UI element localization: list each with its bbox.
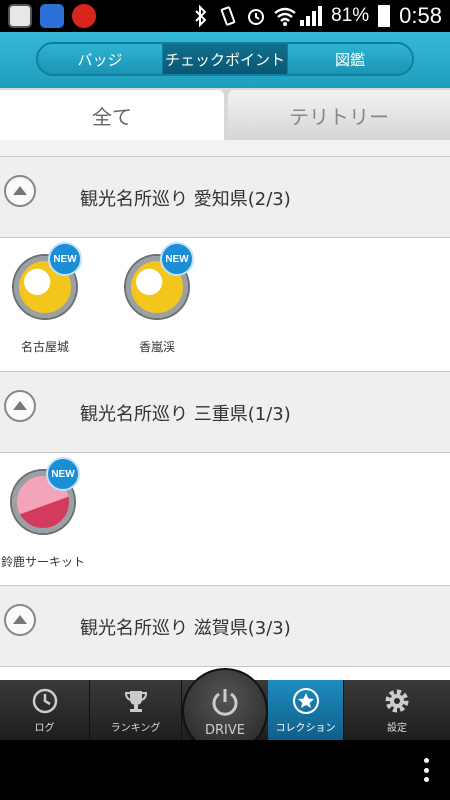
badge-label: 香嵐渓 xyxy=(138,340,175,354)
segment-control: バッジ チェックポイント 図鑑 xyxy=(36,42,414,76)
clock-icon xyxy=(31,687,59,715)
segment-checkpoint[interactable]: チェックポイント xyxy=(163,44,288,74)
gear-icon xyxy=(383,687,411,715)
battery-icon xyxy=(378,5,391,27)
section-header-mie[interactable]: 観光名所巡り 三重県(1/3) xyxy=(0,371,450,453)
notification-app-icon xyxy=(40,4,64,28)
badge-label: 名古屋城 xyxy=(20,340,69,354)
drive-label: DRIVE xyxy=(205,722,245,738)
collapse-icon[interactable] xyxy=(4,604,36,636)
top-header: バッジ チェックポイント 図鑑 xyxy=(0,32,450,88)
segment-badge[interactable]: バッジ xyxy=(38,44,163,74)
collapse-icon[interactable] xyxy=(4,175,36,207)
collapse-icon[interactable] xyxy=(4,390,36,422)
nav-log-label: ログ xyxy=(34,723,55,734)
badge-grid: NEW 鈴鹿サーキット xyxy=(0,453,450,585)
badge-grid: NEW 名古屋城 NEW 香嵐渓 xyxy=(0,238,450,371)
wifi-icon xyxy=(273,5,296,27)
section-header-aichi[interactable]: 観光名所巡り 愛知県(2/3) xyxy=(0,156,450,238)
filter-tabs: 全て テリトリー xyxy=(0,88,450,140)
alarm-icon xyxy=(246,5,265,27)
power-icon xyxy=(208,685,242,723)
notification-app-icon xyxy=(8,4,32,28)
nav-log[interactable]: ログ xyxy=(0,680,90,740)
overflow-menu-icon[interactable] xyxy=(424,758,430,782)
checkpoint-list[interactable]: 観光名所巡り 愛知県(2/3) NEW 名古屋城 NEW 香嵐渓 観光名所巡り … xyxy=(0,140,450,680)
notification-app-icon xyxy=(72,4,96,28)
section-title: 観光名所巡り 三重県(1/3) xyxy=(80,404,291,425)
new-badge: NEW xyxy=(160,242,194,276)
new-badge: NEW xyxy=(48,242,82,276)
bottom-nav: ログ ランキング DRIVE コレクション 設定 xyxy=(0,668,450,754)
section-title: 観光名所巡り 滋賀県(3/3) xyxy=(80,618,291,639)
system-nav-bar xyxy=(0,740,450,800)
bluetooth-icon xyxy=(192,4,210,28)
badge-label: 鈴鹿サーキット xyxy=(0,555,85,569)
new-badge: NEW xyxy=(46,457,80,491)
section-title: 観光名所巡り 愛知県(2/3) xyxy=(80,189,291,210)
signal-icon xyxy=(300,6,323,26)
tab-all[interactable]: 全て xyxy=(0,90,224,140)
trophy-icon xyxy=(122,687,150,715)
nav-settings[interactable]: 設定 xyxy=(344,680,450,740)
star-icon xyxy=(292,687,320,715)
vibrate-icon xyxy=(219,5,237,27)
nav-collection-label: コレクション xyxy=(275,723,336,734)
nav-ranking[interactable]: ランキング xyxy=(90,680,182,740)
battery-percent: 81% xyxy=(331,5,370,26)
section-header-shiga[interactable]: 観光名所巡り 滋賀県(3/3) xyxy=(0,585,450,667)
segment-encyclopedia[interactable]: 図鑑 xyxy=(288,44,412,74)
status-bar: 81% 0:58 xyxy=(0,0,450,32)
tab-territory[interactable]: テリトリー xyxy=(228,90,450,140)
nav-settings-label: 設定 xyxy=(387,723,407,734)
nav-collection[interactable]: コレクション xyxy=(268,680,344,740)
nav-ranking-label: ランキング xyxy=(110,723,161,734)
clock-time: 0:58 xyxy=(399,3,442,28)
